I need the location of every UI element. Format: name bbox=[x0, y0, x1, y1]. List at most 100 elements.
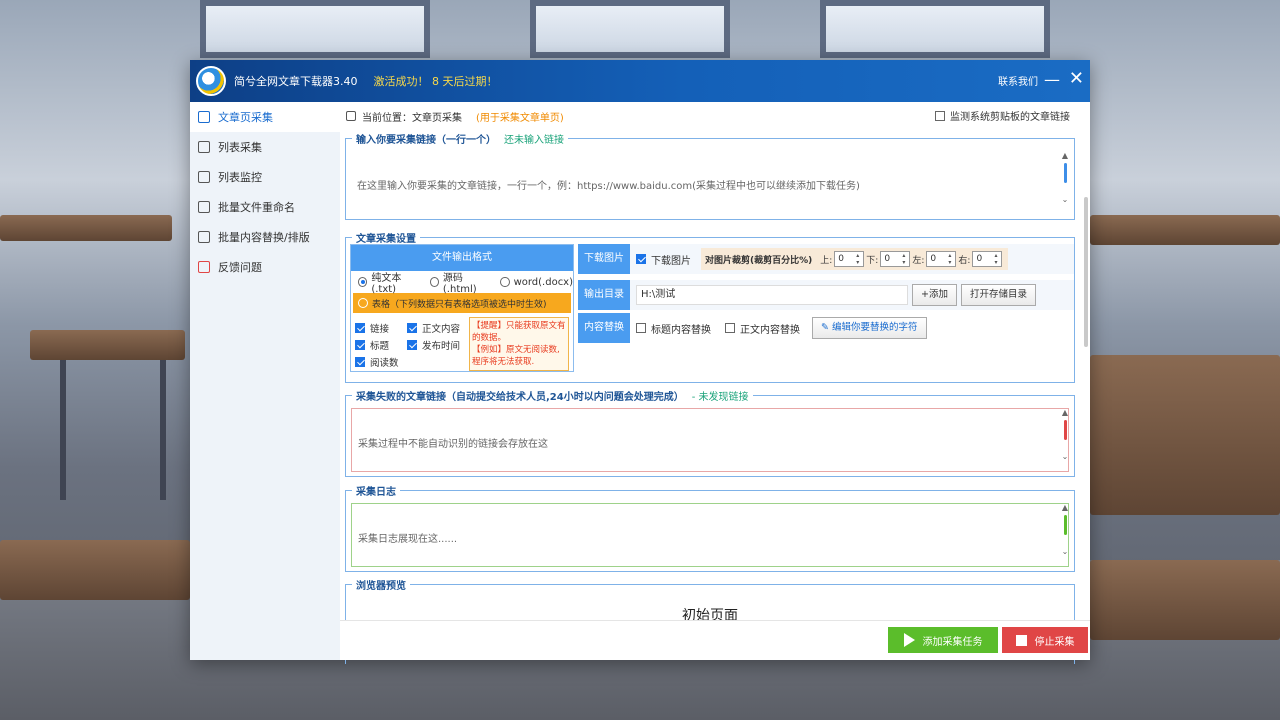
settings-group: 文章采集设置 文件输出格式 纯文本(.txt) 源码(.html) word(.… bbox=[345, 230, 1075, 383]
background-desk bbox=[30, 330, 185, 360]
field-reads-checkbox[interactable]: 阅读数 bbox=[355, 355, 399, 369]
format-tip: 【提醒】只能获取原文有的数据。 【例如】原文无阅读数,程序将无法获取. bbox=[469, 317, 569, 371]
failed-links-scrollbar[interactable]: ▲ ⌄ bbox=[1060, 408, 1070, 470]
crop-bottom-spinner[interactable]: 0 bbox=[880, 251, 911, 267]
content-replace-row: 内容替换 标题内容替换 正文内容替换 ✎ 编辑你要替换的字符 bbox=[578, 313, 1074, 343]
download-images-label: 下载图片 bbox=[578, 244, 630, 274]
breadcrumb-note: (用于采集文章单页) bbox=[476, 112, 564, 124]
output-dir-row: 输出目录 H:\测试 +添加 打开存储目录 bbox=[578, 280, 1074, 310]
field-title-checkbox[interactable]: 标题 bbox=[355, 338, 389, 352]
sidebar-item-list-monitor[interactable]: 列表监控 bbox=[190, 162, 340, 192]
format-table-option[interactable]: 表格（下列数据只有表格选项被选中时生效) bbox=[353, 293, 571, 313]
document-icon bbox=[198, 111, 210, 123]
checkbox-box[interactable] bbox=[407, 323, 417, 333]
field-link-checkbox[interactable]: 链接 bbox=[355, 321, 389, 335]
edit-replace-button[interactable]: ✎ 编辑你要替换的字符 bbox=[812, 317, 927, 339]
crop-top-spinner[interactable]: 0 bbox=[834, 251, 865, 267]
scroll-thumb[interactable] bbox=[1063, 420, 1067, 440]
tip-line: 【提醒】只能获取原文有的数据。 bbox=[472, 321, 566, 343]
link-input[interactable]: 在这里输入你要采集的文章链接，一行一个，例：https://www.baidu.… bbox=[351, 149, 1069, 215]
clipboard-monitor-checkbox[interactable]: 监测系统剪贴板的文章链接 bbox=[935, 108, 1070, 123]
link-input-scrollbar[interactable]: ▲ ⌄ bbox=[1060, 151, 1070, 213]
field-body-checkbox[interactable]: 正文内容 bbox=[407, 321, 460, 335]
pencil-icon: ✎ bbox=[821, 322, 832, 333]
crop-right-spinner[interactable]: 0 bbox=[972, 251, 1003, 267]
replace-icon bbox=[198, 231, 210, 243]
background-desk-leg bbox=[60, 360, 66, 500]
format-docx-radio[interactable] bbox=[500, 277, 510, 287]
body-replace-checkbox[interactable] bbox=[725, 323, 735, 333]
sidebar: 文章页采集 列表采集 列表监控 批量文件重命名 批量内容替换/排版 反馈问题 bbox=[190, 102, 340, 660]
failed-links-area[interactable]: 采集过程中不能自动识别的链接会存放在这 bbox=[351, 408, 1069, 472]
format-table-radio[interactable] bbox=[358, 298, 368, 308]
title-replace-checkbox[interactable] bbox=[636, 323, 646, 333]
crop-label: 对图片裁剪(裁剪百分比%) bbox=[705, 255, 813, 266]
scroll-up-icon[interactable]: ▲ bbox=[1060, 503, 1070, 512]
scroll-down-icon[interactable]: ⌄ bbox=[1060, 547, 1070, 556]
crop-right-label: 右: bbox=[958, 255, 971, 266]
checkbox-box[interactable] bbox=[355, 323, 365, 333]
add-dir-button[interactable]: +添加 bbox=[912, 284, 957, 306]
field-label: 正文内容 bbox=[422, 324, 461, 335]
crop-left-spinner[interactable]: 0 bbox=[926, 251, 957, 267]
settings-group-title: 文章采集设置 bbox=[352, 230, 420, 245]
background-desk bbox=[1090, 560, 1280, 640]
title-replace-label: 标题内容替换 bbox=[651, 324, 711, 336]
preview-group-title: 浏览器预览 bbox=[352, 577, 410, 592]
open-dir-button[interactable]: 打开存储目录 bbox=[960, 284, 1036, 306]
link-status: 还未输入链接 bbox=[504, 135, 564, 146]
scroll-thumb[interactable] bbox=[1063, 163, 1067, 183]
content-replace-label: 内容替换 bbox=[578, 313, 630, 343]
title-bar[interactable]: 简兮全网文章下载器3.40 激活成功！ 8 天后过期！ 联系我们 — ✕ bbox=[190, 60, 1090, 102]
sidebar-item-batch-replace[interactable]: 批量内容替换/排版 bbox=[190, 222, 340, 252]
scroll-up-icon[interactable]: ▲ bbox=[1060, 408, 1070, 417]
sidebar-item-feedback[interactable]: 反馈问题 bbox=[190, 252, 340, 282]
clipboard-monitor-label: 监测系统剪贴板的文章链接 bbox=[950, 112, 1070, 123]
scroll-thumb[interactable] bbox=[1063, 515, 1067, 535]
minimize-button[interactable]: — bbox=[1044, 70, 1060, 89]
stop-icon bbox=[1015, 634, 1027, 646]
scroll-down-icon[interactable]: ⌄ bbox=[1060, 195, 1070, 204]
content-replace-body: 标题内容替换 正文内容替换 ✎ 编辑你要替换的字符 bbox=[630, 313, 1074, 343]
failed-status: - 未发现链接 bbox=[691, 392, 749, 403]
action-bar: 添加采集任务 停止采集 bbox=[340, 620, 1090, 660]
checkbox-box[interactable] bbox=[407, 340, 417, 350]
stop-button[interactable]: 停止采集 bbox=[1002, 627, 1088, 653]
sidebar-item-label: 文章页采集 bbox=[218, 111, 273, 124]
add-task-button[interactable]: 添加采集任务 bbox=[888, 627, 998, 653]
main-scrollbar[interactable] bbox=[1084, 197, 1088, 347]
breadcrumb: 当前位置： 文章页采集 (用于采集文章单页) bbox=[346, 108, 564, 124]
format-radio-group: 纯文本(.txt) 源码(.html) word(.docx) bbox=[351, 271, 573, 295]
sidebar-item-list-collect[interactable]: 列表采集 bbox=[190, 132, 340, 162]
sidebar-item-article-page[interactable]: 文章页采集 bbox=[190, 102, 340, 132]
background-window bbox=[200, 0, 430, 58]
log-scrollbar[interactable]: ▲ ⌄ bbox=[1060, 503, 1070, 565]
background-window bbox=[530, 0, 730, 58]
crop-settings: 对图片裁剪(裁剪百分比%) 上: 0 下: 0 左: 0 右: 0 bbox=[701, 248, 1009, 270]
background-desk bbox=[0, 215, 172, 241]
activation-status: 激活成功！ 8 天后过期！ bbox=[373, 75, 498, 88]
format-html-radio[interactable] bbox=[429, 277, 439, 287]
log-area[interactable]: 采集日志展现在这...... bbox=[351, 503, 1069, 567]
output-dir-input[interactable]: H:\测试 bbox=[636, 285, 908, 305]
headset-icon bbox=[198, 201, 210, 213]
format-txt-radio[interactable] bbox=[358, 277, 368, 287]
download-images-body: 下载图片 对图片裁剪(裁剪百分比%) 上: 0 下: 0 左: 0 右: 0 bbox=[630, 244, 1074, 274]
contact-us-link[interactable]: 联系我们 bbox=[998, 73, 1038, 88]
download-images-checkbox[interactable] bbox=[636, 254, 646, 264]
checkbox-box[interactable] bbox=[355, 357, 365, 367]
output-format-header: 文件输出格式 bbox=[351, 245, 573, 271]
output-dir-body: H:\测试 +添加 打开存储目录 bbox=[630, 280, 1074, 310]
sidebar-item-label: 列表监控 bbox=[218, 171, 262, 184]
checkbox-box[interactable] bbox=[355, 340, 365, 350]
scroll-up-icon[interactable]: ▲ bbox=[1060, 151, 1070, 160]
close-button[interactable]: ✕ bbox=[1069, 68, 1084, 89]
breadcrumb-page: 文章页采集 bbox=[412, 112, 462, 124]
play-icon bbox=[903, 633, 915, 647]
sidebar-item-batch-rename[interactable]: 批量文件重命名 bbox=[190, 192, 340, 222]
scroll-down-icon[interactable]: ⌄ bbox=[1060, 452, 1070, 461]
app-logo-icon bbox=[196, 66, 226, 96]
checkbox-box[interactable] bbox=[935, 110, 945, 121]
add-task-label: 添加采集任务 bbox=[922, 636, 983, 648]
field-date-checkbox[interactable]: 发布时间 bbox=[407, 338, 460, 352]
